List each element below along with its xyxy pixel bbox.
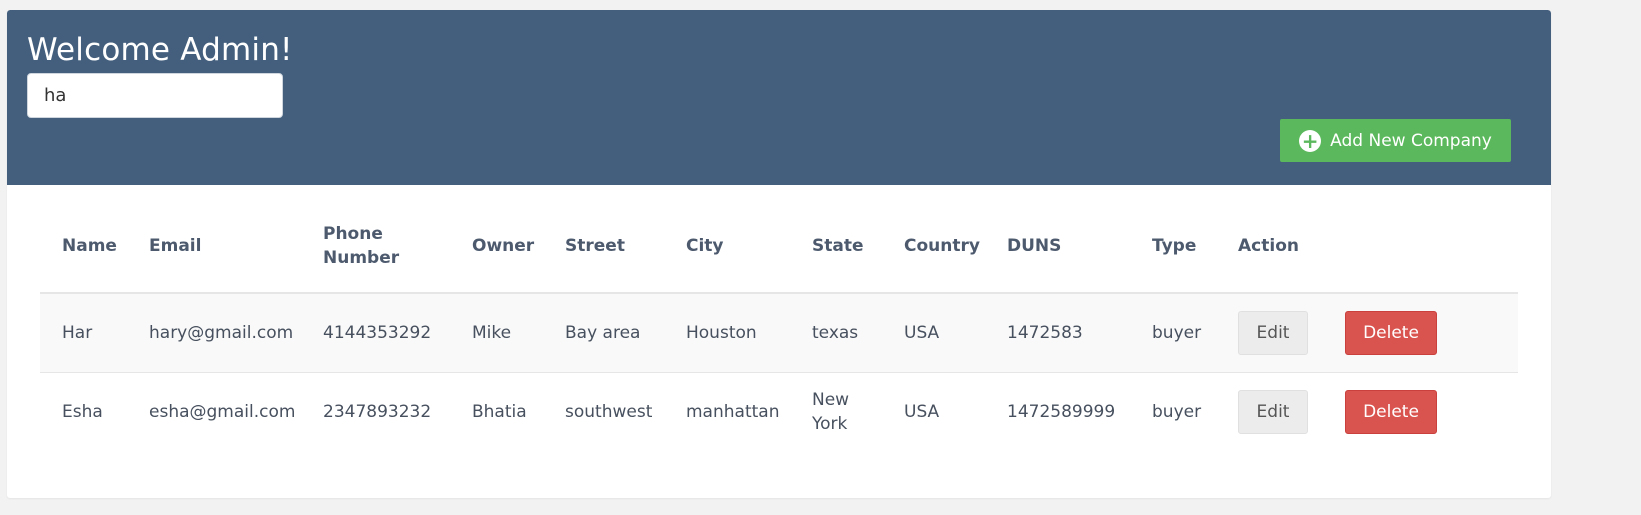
cell-city: Houston [664,293,790,373]
add-new-company-button[interactable]: + Add New Company [1280,119,1511,162]
cell-delete: Delete [1323,293,1518,373]
cell-name: Har [40,293,127,373]
delete-button[interactable]: Delete [1345,311,1437,355]
cell-country: USA [882,293,985,373]
column-header-city: City [664,200,790,294]
table-header-row: Name Email Phone Number Owner Street Cit… [40,200,1518,294]
cell-email: esha@gmail.com [127,372,301,451]
cell-city: manhattan [664,372,790,451]
add-new-company-label: Add New Company [1330,130,1492,151]
column-header-owner: Owner [450,200,543,294]
column-header-action: Action [1216,200,1323,294]
company-panel: Welcome Admin! + Add New Company Name Em… [7,10,1551,498]
header-bar: Welcome Admin! + Add New Company [7,10,1551,185]
table-row: Esha esha@gmail.com 2347893232 Bhatia so… [40,372,1518,451]
cell-owner: Bhatia [450,372,543,451]
cell-country: USA [882,372,985,451]
plus-circle-icon: + [1299,129,1322,152]
cell-name: Esha [40,372,127,451]
column-header-street: Street [543,200,664,294]
cell-edit: Edit [1216,372,1323,451]
cell-state: texas [790,293,882,373]
cell-type: buyer [1130,372,1216,451]
cell-state: New York [790,372,882,451]
delete-button[interactable]: Delete [1345,390,1437,434]
cell-edit: Edit [1216,293,1323,373]
column-header-country: Country [882,200,985,294]
column-header-type: Type [1130,200,1216,294]
search-input[interactable] [27,73,283,118]
table-row: Har hary@gmail.com 4144353292 Mike Bay a… [40,293,1518,373]
company-table: Name Email Phone Number Owner Street Cit… [40,200,1518,451]
cell-delete: Delete [1323,372,1518,451]
edit-button[interactable]: Edit [1238,311,1308,355]
column-header-name: Name [40,200,127,294]
cell-email: hary@gmail.com [127,293,301,373]
cell-duns: 1472583 [985,293,1130,373]
column-header-duns: DUNS [985,200,1130,294]
column-header-spacer [1323,200,1518,294]
cell-phone: 2347893232 [301,372,450,451]
column-header-phone: Phone Number [301,200,450,294]
column-header-state: State [790,200,882,294]
cell-phone: 4144353292 [301,293,450,373]
cell-duns: 1472589999 [985,372,1130,451]
welcome-title: Welcome Admin! [27,32,293,68]
cell-type: buyer [1130,293,1216,373]
cell-street: southwest [543,372,664,451]
cell-street: Bay area [543,293,664,373]
cell-owner: Mike [450,293,543,373]
edit-button[interactable]: Edit [1238,390,1308,434]
column-header-email: Email [127,200,301,294]
